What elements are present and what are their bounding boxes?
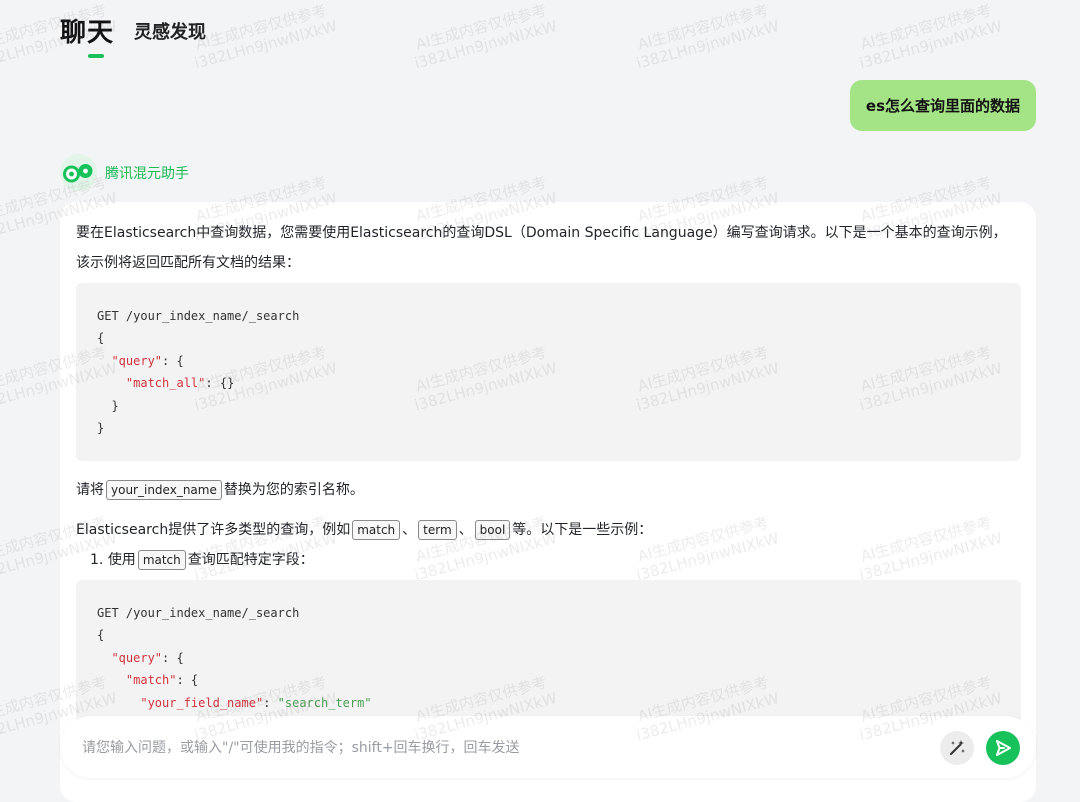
code-key: "match" [125,673,177,688]
text: 使用 [107,552,136,568]
tab-chat[interactable]: 聊天 [60,16,115,58]
code-line: GET /your_index_name/_search [97,309,300,323]
code-line: "query": { [76,647,1021,669]
user-message-bubble: es怎么查询里面的数据 [849,80,1036,131]
list-number: 1. [90,552,104,568]
code-line: "query": { [76,350,1021,372]
code-key: "match_all" [125,376,206,391]
watermark: AI生成内容仅供参考i382LHn9jnwNIXkW [857,1,1005,73]
code-string: "search_term" [277,695,372,710]
inline-code: match [137,550,186,570]
code-punct: : { [162,650,184,665]
text: 替换为您的索引名称。 [223,482,364,498]
chat-input[interactable] [80,732,904,764]
active-tab-indicator [88,54,104,58]
tab-inspiration[interactable]: 灵感发现 [134,18,206,48]
inline-code: bool [474,520,511,540]
chat-input-bar [60,716,1036,778]
code-line: "your_field_name": "search_term" [76,692,1021,714]
code-block-match[interactable]: GET /your_index_name/_search { "query": … [76,580,1021,730]
code-line: } [97,398,119,413]
code-key: "query" [111,650,163,665]
separator: 、 [458,522,473,538]
text: 查询匹配特定字段： [187,552,314,568]
text: 请将 [76,482,104,498]
list-item: 1. 使用 match 查询匹配特定字段： [90,545,1020,575]
tab-chat-label: 聊天 [60,18,115,48]
hunyuan-logo-icon [60,154,97,191]
top-nav: 聊天 灵感发现 [60,10,206,58]
code-line: { [97,628,105,643]
inline-code: your_index_name [106,480,222,500]
assistant-name: 腾讯混元助手 [105,165,189,182]
send-icon [996,740,1011,756]
watermark: AI生成内容仅供参考i382LHn9jnwNIXkW [412,1,560,73]
code-punct: : { [176,673,199,688]
code-block-match-all[interactable]: GET /your_index_name/_search { "query": … [76,283,1021,461]
code-line: { [97,331,105,346]
assistant-header: 腾讯混元助手 [60,154,189,191]
answer-replace-note: 请将 your_index_name 替换为您的索引名称。 [76,475,1020,505]
answer-intro: 要在Elasticsearch中查询数据，您需要使用Elasticsearch的… [76,225,1007,271]
code-key: "query" [111,353,163,368]
code-line: "match": { [76,669,1021,691]
separator: 、 [402,522,417,538]
code-key: "your_field_name" [140,695,264,710]
code-punct: : {} [205,376,235,391]
answer-query-types: Elasticsearch提供了许多类型的查询，例如 match、 term、 boo… [76,515,1020,545]
watermark: AI生成内容仅供参考i382LHn9jnwNIXkW [634,1,782,73]
send-button[interactable] [986,731,1020,765]
code-line: } [97,421,105,436]
code-punct: : { [162,353,184,368]
user-message-text: es怎么查询里面的数据 [865,97,1020,115]
magic-wand-button[interactable] [940,731,974,765]
code-line: GET /your_index_name/_search [97,606,300,620]
code-punct: : [263,695,278,710]
magic-wand-icon [950,740,965,755]
text: Elasticsearch提供了许多类型的查询，例如 [76,522,351,538]
watermark: AI生成内容仅供参考i382LHn9jnwNIXkW [192,1,340,73]
text: 等。以下是一些示例： [512,522,653,538]
inline-code: match [352,520,401,540]
code-line: "match_all": {} [76,372,1021,394]
inline-code: term [418,520,457,540]
assistant-answer-card: 要在Elasticsearch中查询数据，您需要使用Elasticsearch的… [60,202,1036,802]
